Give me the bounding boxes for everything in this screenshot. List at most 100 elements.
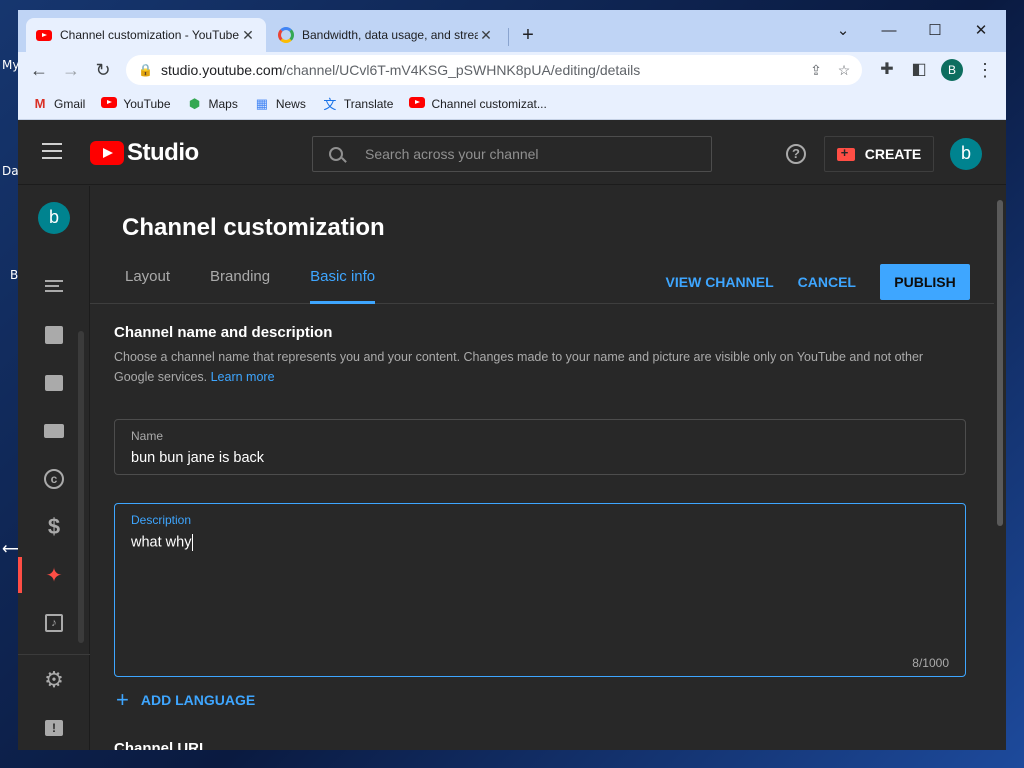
youtube-studio-logo[interactable]: Studio [90, 139, 199, 167]
description-field[interactable]: Description what why 8/1000 [114, 503, 966, 677]
tab-layout[interactable]: Layout [125, 268, 170, 304]
tab-channel-customization[interactable]: Channel customization - YouTube Studio ✕ [26, 18, 266, 52]
search-input[interactable]: Search across your channel [312, 136, 712, 172]
news-icon: ▦ [255, 95, 268, 111]
bookmark-star-icon[interactable]: ☆ [830, 55, 858, 85]
close-window-button[interactable]: ✕ [958, 16, 1004, 46]
gmail-icon: M [34, 96, 46, 111]
main-scrollbar[interactable] [994, 186, 1006, 750]
audio-library-icon: ♪ [45, 614, 63, 632]
copyright-icon: c [44, 469, 64, 489]
bookmark-label: Gmail [54, 96, 86, 111]
reload-icon[interactable]: ↻ [90, 57, 116, 83]
name-field[interactable]: Name bun bun jane is back [114, 419, 966, 475]
tab-search-chevron-icon[interactable]: ⌄ [820, 16, 866, 46]
text-caret [192, 534, 194, 551]
address-bar[interactable]: 🔒 studio.youtube.com/channel/UCvl6T-mV4K… [126, 55, 862, 85]
hamburger-menu-icon[interactable] [42, 143, 62, 159]
channel-url-heading: Channel URL [114, 740, 209, 750]
section-description: Choose a channel name that represents yo… [114, 347, 964, 387]
back-arrow-icon[interactable]: ← [26, 57, 52, 83]
close-tab-icon[interactable]: ✕ [478, 27, 494, 44]
channel-avatar[interactable]: b [38, 202, 70, 234]
profile-avatar[interactable]: B [941, 59, 963, 81]
bookmark-channel-customization[interactable]: Channel customizat... [409, 96, 547, 111]
forward-arrow-icon[interactable]: → [58, 57, 84, 83]
google-favicon-icon [278, 27, 294, 43]
view-channel-button[interactable]: VIEW CHANNEL [666, 274, 774, 290]
bookmark-maps[interactable]: ⬢ Maps [187, 96, 238, 112]
studio-header: Studio Search across your channel ? CREA… [18, 121, 1006, 185]
add-language-button[interactable]: + ADD LANGUAGE [116, 687, 256, 712]
publish-button[interactable]: PUBLISH [880, 264, 970, 300]
lock-icon: 🔒 [138, 63, 153, 77]
gear-icon: ⚙ [44, 667, 64, 692]
tab-title: Bandwidth, data usage, and streaming [302, 28, 478, 42]
close-tab-icon[interactable]: ✕ [240, 27, 256, 44]
tab-bandwidth[interactable]: Bandwidth, data usage, and streaming ✕ [268, 18, 504, 52]
bookmark-label: Maps [208, 96, 238, 111]
youtube-studio-favicon-icon [36, 29, 52, 41]
browser-toolbar: ← → ↻ 🔒 studio.youtube.com/channel/UCvl6… [18, 52, 1006, 88]
magic-wand-icon: ✦ [45, 564, 63, 587]
bookmark-label: Translate [343, 96, 394, 111]
subtitles-icon [44, 424, 64, 438]
section-title: Channel name and description [114, 324, 333, 341]
page-header: Channel customization Layout Branding Ba… [90, 186, 994, 304]
tab-separator [508, 28, 509, 46]
tab-strip: Channel customization - YouTube Studio ✕… [18, 10, 1006, 52]
extensions-puzzle-icon[interactable]: ✚ [874, 57, 900, 83]
new-tab-button[interactable]: + [516, 24, 540, 47]
account-avatar[interactable]: b [950, 138, 982, 170]
translate-icon: 文 [323, 97, 337, 112]
side-panel-icon[interactable]: ◧ [906, 57, 932, 83]
bookmark-youtube[interactable]: YouTube [101, 96, 171, 111]
description-value: what why [131, 534, 194, 551]
bookmark-gmail[interactable]: M Gmail [32, 96, 86, 111]
minimize-button[interactable]: — [866, 16, 912, 46]
tab-basic-info[interactable]: Basic info [310, 268, 376, 304]
create-button[interactable]: CREATE [824, 136, 934, 172]
dollar-icon: $ [47, 514, 61, 539]
name-value: bun bun jane is back [131, 450, 265, 466]
learn-more-link[interactable]: Learn more [211, 370, 275, 384]
bookmark-label: News [275, 96, 306, 111]
url-host: studio.youtube.com [160, 62, 283, 78]
studio-sidebar: b c $ ✦ ♪ ⚙ ! [18, 186, 90, 750]
sidebar-item-feedback[interactable]: ! [18, 706, 90, 750]
desktop-label: B [10, 268, 19, 282]
content-list-icon [45, 280, 63, 292]
sidebar-item-settings[interactable]: ⚙ [18, 658, 90, 702]
character-counter: 8/1000 [912, 656, 949, 670]
youtube-icon [101, 96, 118, 111]
tab-branding[interactable]: Branding [210, 268, 270, 304]
description-text: what why [131, 534, 192, 551]
search-placeholder: Search across your channel [365, 146, 539, 162]
search-icon [329, 147, 343, 161]
add-language-label: ADD LANGUAGE [140, 692, 256, 708]
help-icon[interactable]: ? [786, 144, 806, 164]
sidebar-item-content[interactable] [18, 264, 90, 308]
analytics-icon [45, 326, 63, 344]
share-icon[interactable]: ⇪ [802, 55, 830, 85]
browser-window: Channel customization - YouTube Studio ✕… [18, 10, 1006, 750]
bookmarks-bar: M Gmail YouTube ⬢ Maps ▦ News 文 Translate Ch… [18, 88, 1006, 120]
plus-icon: + [116, 687, 129, 712]
bookmark-news[interactable]: ▦ News [254, 96, 306, 112]
cancel-button[interactable]: CANCEL [798, 274, 856, 290]
desktop-label: My [2, 58, 20, 72]
maximize-button[interactable]: ☐ [912, 16, 958, 46]
feedback-icon: ! [45, 720, 63, 736]
desktop-label: Da [2, 164, 19, 178]
customization-tabs: Layout Branding Basic info [125, 268, 415, 304]
name-label: Name [131, 429, 164, 443]
bookmark-translate[interactable]: 文 Translate [322, 94, 394, 113]
comments-icon [45, 375, 63, 391]
logo-text: Studio [127, 139, 199, 166]
youtube-play-logo-icon [90, 141, 124, 165]
more-menu-icon[interactable]: ⋮ [972, 57, 998, 83]
sidebar-scrollbar[interactable] [78, 331, 84, 643]
create-label: CREATE [864, 146, 922, 162]
scrollbar-thumb[interactable] [997, 200, 1003, 526]
bookmark-label: Channel customizat... [431, 96, 547, 111]
